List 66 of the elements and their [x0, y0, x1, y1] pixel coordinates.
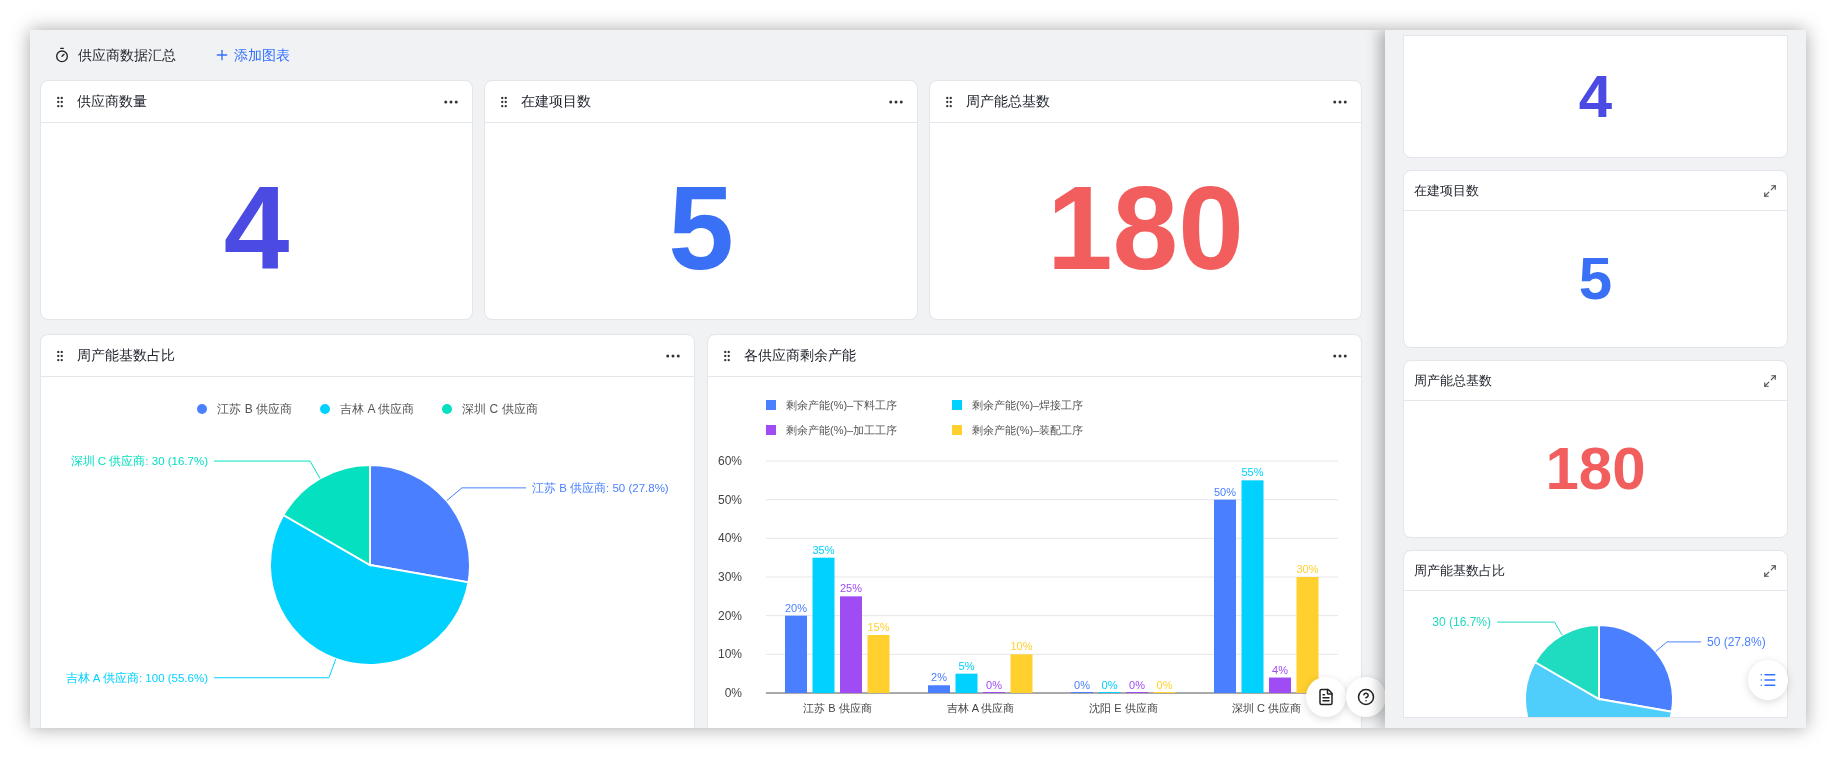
axis-tick-label: 30% — [717, 570, 742, 584]
leader-line — [1655, 641, 1702, 652]
axis-tick-label: 40% — [717, 531, 742, 546]
card-title: 周产能总基数 — [1414, 371, 1492, 390]
card-title: 周产能基数占比 — [77, 346, 175, 365]
bar-value-label: 30% — [1296, 563, 1319, 575]
pie-label: 50 (27.8%) — [1707, 635, 1766, 650]
card-title: 在建项目数 — [521, 92, 592, 111]
legend-label: 剩余产能(%)–下料工序 — [786, 398, 898, 413]
timer-icon — [54, 47, 70, 63]
card-title: 供应商数量 — [77, 92, 147, 111]
bar-value-label: 35% — [812, 543, 835, 556]
axis-tick-label: 20% — [717, 608, 742, 623]
bar-value-label: 0% — [1074, 679, 1090, 691]
bar-value-label: 5% — [958, 659, 975, 672]
legend-label: 剩余产能(%)–焊接工序 — [972, 398, 1084, 413]
expand-icon[interactable] — [1763, 373, 1777, 388]
bar-value-label: 15% — [867, 621, 890, 633]
category-label: 吉林 A 供应商 — [946, 702, 1015, 714]
stat-value: 5 — [1578, 249, 1613, 309]
bar-value-label: 0% — [986, 679, 1002, 691]
pie-label: 深圳 C 供应商: 30 (16.7%) — [70, 455, 208, 468]
card-title: 周产能总基数 — [965, 92, 1050, 111]
bar-value-label: 2% — [931, 671, 947, 684]
pie-label: 江苏 B 供应商: 50 (27.8%) — [532, 481, 669, 494]
plus-icon — [214, 47, 230, 63]
bar-value-label: 0% — [1101, 679, 1118, 691]
expand-icon[interactable] — [1763, 183, 1777, 198]
pie-label: 吉林 A 供应商: 100 (55.6%) — [65, 671, 208, 684]
card-title: 各供应商剩余产能 — [744, 346, 856, 365]
help-icon — [1357, 688, 1375, 706]
bar-value-label: 20% — [785, 601, 807, 614]
bar-value-label: 50% — [1214, 485, 1236, 498]
axis-tick-label: 60% — [717, 454, 742, 468]
stat-value: 180 — [1046, 169, 1244, 287]
axis-tick-label: 10% — [717, 647, 742, 662]
bar-value-label: 4% — [1272, 663, 1288, 676]
document-icon — [1317, 688, 1335, 706]
legend-label: 江苏 B 供应商 — [217, 401, 293, 418]
stat-value: 4 — [1578, 66, 1613, 127]
bar-value-label: 55% — [1241, 466, 1264, 479]
help-button[interactable] — [1346, 677, 1385, 717]
category-label: 深圳 C 供应商 — [1231, 702, 1302, 714]
legend-label: 深圳 C 供应商 — [462, 401, 538, 418]
legend-label: 剩余产能(%)–加工工序 — [786, 422, 898, 438]
pie-label: 30 (16.7%) — [1432, 615, 1491, 630]
stat-value: 4 — [223, 169, 290, 287]
axis-tick-label: 0% — [724, 686, 742, 700]
card-title: 周产能基数占比 — [1414, 561, 1505, 580]
add-chart-button[interactable]: 添加图表 — [214, 44, 290, 66]
leader-line — [1496, 621, 1563, 636]
list-icon — [1759, 671, 1777, 689]
bar-value-label: 10% — [1010, 640, 1033, 653]
expand-icon[interactable] — [1763, 563, 1777, 578]
bar-value-label: 0% — [1129, 679, 1145, 691]
legend-label: 吉林 A 供应商 — [340, 401, 415, 418]
category-label: 江苏 B 供应商 — [803, 702, 872, 714]
legend-label: 剩余产能(%)–装配工序 — [972, 422, 1084, 438]
card-title: 在建项目数 — [1414, 181, 1479, 200]
category-label: 沈阳 E 供应商 — [1089, 702, 1158, 714]
stat-value: 180 — [1545, 439, 1646, 499]
bar-value-label: 0% — [1156, 679, 1173, 691]
axis-tick-label: 50% — [717, 492, 742, 507]
bar-value-label: 25% — [840, 582, 862, 595]
stat-value: 5 — [668, 169, 734, 287]
dashboard-title: 供应商数据汇总 — [78, 45, 176, 65]
